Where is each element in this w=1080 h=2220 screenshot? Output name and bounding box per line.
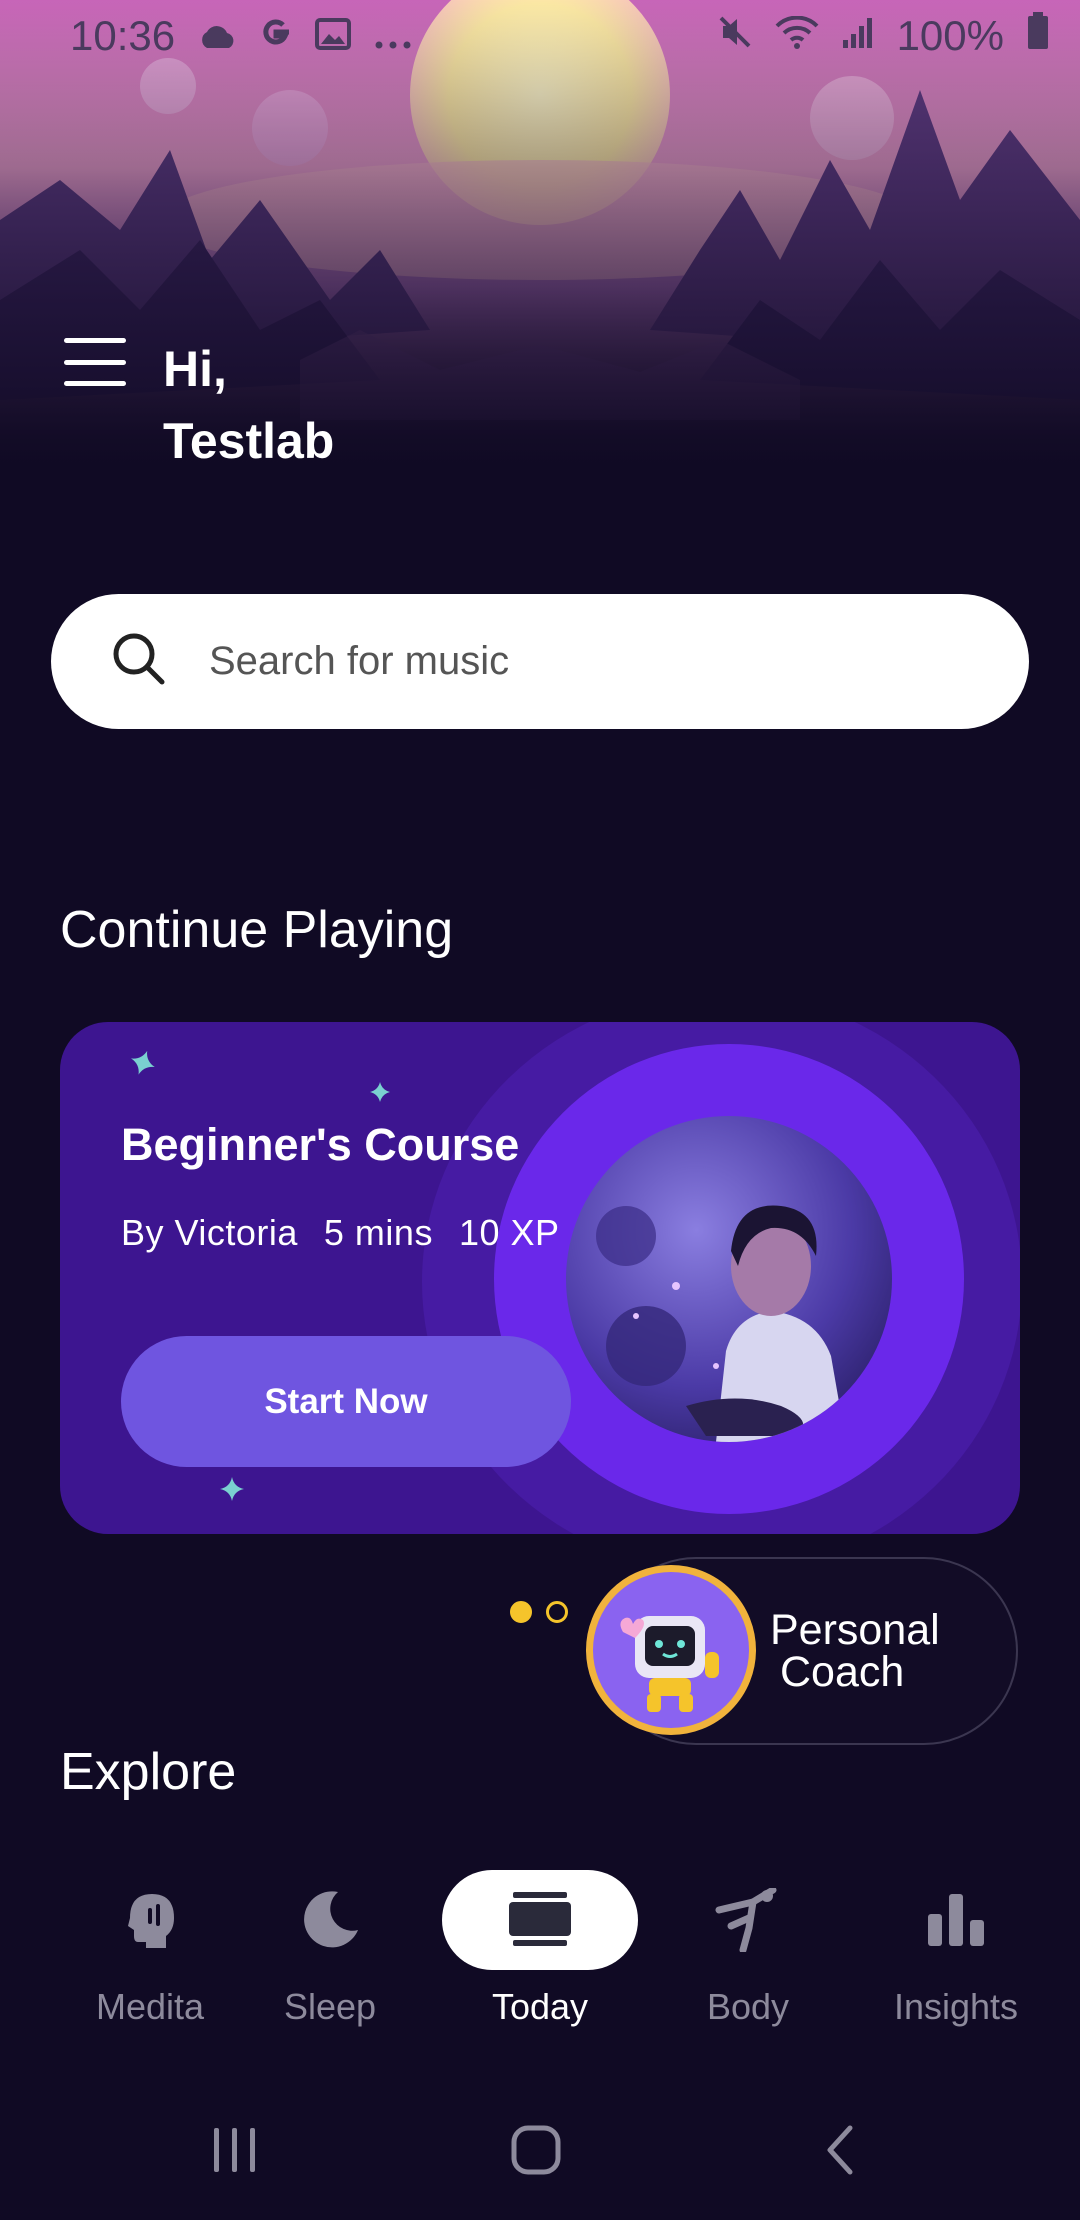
course-author: By Victoria [121, 1212, 298, 1253]
cloud-icon [197, 12, 237, 60]
bottom-navigation: Medita Sleep Today Body Insights [0, 1858, 1080, 2048]
status-time: 10:36 [70, 12, 176, 59]
home-icon[interactable] [476, 2114, 596, 2186]
sparkle-icon [220, 1477, 244, 1506]
header-banner-image [0, 0, 1080, 480]
greeting: Hi, Testlab [163, 333, 334, 477]
hamburger-menu-icon[interactable] [64, 338, 126, 386]
mute-icon [717, 12, 753, 60]
battery-icon [1026, 12, 1050, 60]
google-icon [259, 12, 293, 60]
pager-dot[interactable] [546, 1601, 568, 1623]
status-bar: 10:36 100% [0, 0, 1080, 72]
sparkle-icon [370, 1082, 390, 1107]
nav-tab-insights[interactable]: Insights [856, 1858, 1056, 2048]
search-input[interactable]: Search for music [209, 639, 509, 684]
bar-chart-icon [858, 1870, 1054, 1970]
carousel-pager [510, 1601, 568, 1623]
course-xp: 10 XP [458, 1212, 560, 1253]
sparkle-icon [120, 1040, 166, 1091]
course-title: Beginner's Course [121, 1119, 520, 1170]
meditate-head-icon [52, 1870, 248, 1970]
explore-title: Explore [60, 1743, 237, 1801]
moon-icon [232, 1870, 428, 1970]
back-icon[interactable] [780, 2114, 900, 2186]
wifi-icon [775, 12, 819, 60]
robot-coach-avatar-icon [586, 1565, 756, 1735]
system-navigation-bar [0, 2100, 1080, 2200]
personal-coach-button[interactable]: Personal Coach [586, 1557, 1018, 1745]
yoga-pose-icon [650, 1870, 846, 1970]
cards-stack-icon [442, 1870, 638, 1970]
course-meta: By Victoria 5 mins 10 XP [121, 1212, 560, 1254]
greeting-user-name: Testlab [163, 413, 335, 469]
image-icon [315, 12, 352, 60]
nav-tab-today[interactable]: Today [440, 1858, 640, 2048]
greeting-line1: Hi, [163, 341, 227, 397]
search-icon [111, 631, 167, 692]
more-icon [373, 12, 413, 60]
personal-coach-label: Personal Coach [770, 1606, 940, 1696]
recent-apps-icon[interactable] [175, 2114, 295, 2186]
course-duration: 5 mins [323, 1212, 433, 1253]
course-card[interactable]: Beginner's Course By Victoria 5 mins 10 … [60, 1022, 1020, 1534]
nav-tab-sleep[interactable]: Sleep [230, 1858, 430, 2048]
course-thumbnail-image [566, 1116, 892, 1442]
start-now-button[interactable]: Start Now [121, 1336, 571, 1467]
continue-playing-title: Continue Playing [60, 901, 454, 959]
nav-tab-body[interactable]: Body [648, 1858, 848, 2048]
nav-tab-meditate[interactable]: Medita [50, 1858, 250, 2048]
signal-icon [841, 12, 875, 60]
battery-percent: 100% [896, 12, 1004, 59]
search-bar[interactable]: Search for music [51, 594, 1029, 729]
pager-dot-active[interactable] [510, 1601, 532, 1623]
